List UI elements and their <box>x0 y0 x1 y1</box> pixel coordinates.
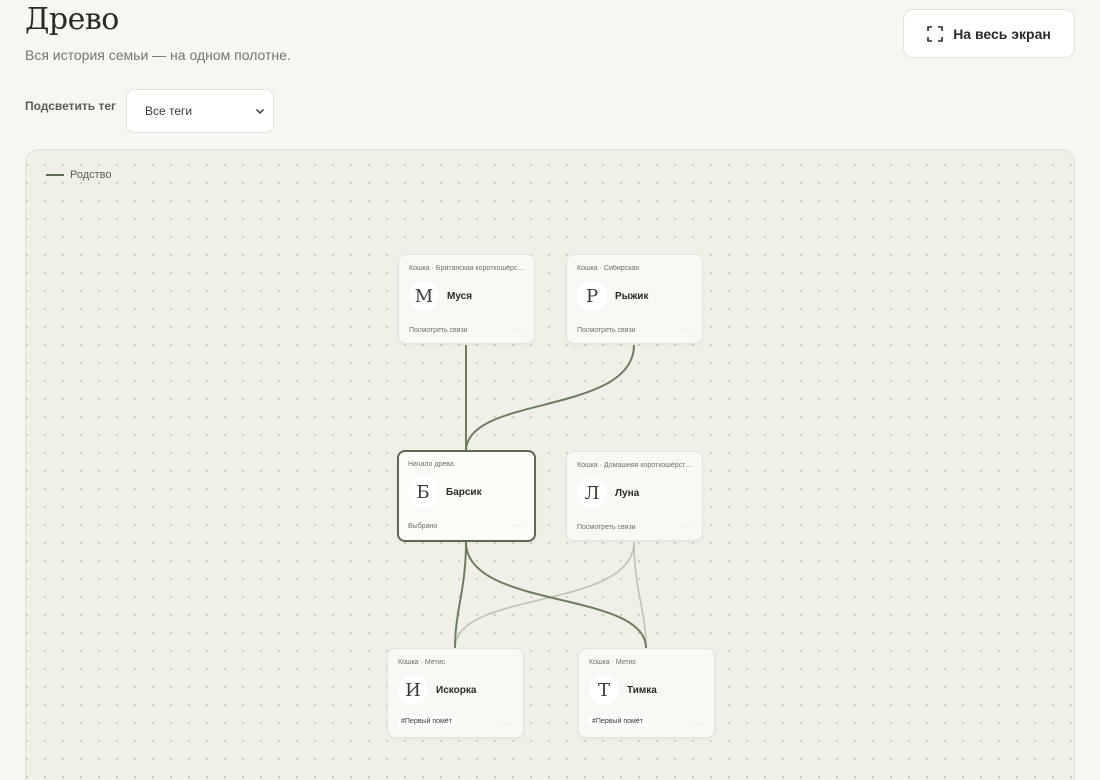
node-name: Рыжик <box>615 291 649 302</box>
node-meta: Кошка · Британская короткошёрстная <box>409 265 527 272</box>
avatar: И <box>398 675 428 705</box>
page-title: Древо <box>25 2 119 37</box>
tag-filter-select[interactable]: Все теги <box>126 89 274 133</box>
tag-badge[interactable]: #Первый помёт <box>397 716 456 727</box>
avatar: Б <box>408 477 438 507</box>
kinship-edges <box>454 344 647 649</box>
node-ryzhik[interactable]: Кошка · Сибирская Р Рыжик Посмотреть свя… <box>566 254 703 344</box>
avatar: Р <box>577 281 607 311</box>
node-meta: Кошка · Сибирская <box>577 265 640 272</box>
node-name: Муся <box>447 291 473 302</box>
node-timka[interactable]: Кошка · Метис Т Тимка #Первый помёт ··· <box>578 648 715 738</box>
node-musya[interactable]: Кошка · Британская короткошёрстная М Мус… <box>398 254 535 344</box>
avatar: Л <box>577 478 607 508</box>
edge-barsik-timka <box>465 541 647 649</box>
expand-icon <box>927 25 943 42</box>
more-options-icon[interactable]: ··· <box>681 325 692 334</box>
more-options-icon[interactable]: ··· <box>681 522 692 531</box>
tree-canvas[interactable]: Родство Кошка · Британская короткошёрстн… <box>25 149 1075 780</box>
more-options-icon[interactable]: ··· <box>513 325 524 334</box>
more-options-icon[interactable]: ··· <box>693 719 704 728</box>
node-meta: Кошка · Домашняя короткошёрстная <box>577 462 695 469</box>
view-links-link[interactable]: Посмотреть связи <box>577 524 636 531</box>
view-links-link[interactable]: Посмотреть связи <box>409 327 468 334</box>
chevron-down-icon <box>255 108 265 115</box>
node-name: Тимка <box>627 685 657 696</box>
tag-badge[interactable]: #Первый помёт <box>588 716 647 727</box>
node-luna[interactable]: Кошка · Домашняя короткошёрстная Л Луна … <box>566 451 703 541</box>
edge-ryzhik-barsik <box>465 344 635 452</box>
fullscreen-button[interactable]: На весь экран <box>903 9 1075 58</box>
node-meta: Кошка · Метис <box>398 659 446 666</box>
more-options-icon[interactable]: ··· <box>502 719 513 728</box>
node-iskorka[interactable]: Кошка · Метис И Искорка #Первый помёт ··… <box>387 648 524 738</box>
node-meta: Кошка · Метис <box>589 659 637 666</box>
node-name: Барсик <box>446 487 482 498</box>
tag-filter-label: Подсветить тег <box>25 99 117 113</box>
avatar: Т <box>589 675 619 705</box>
node-name: Искорка <box>436 685 477 696</box>
node-name: Луна <box>615 488 640 499</box>
more-options-icon[interactable]: ··· <box>514 521 525 530</box>
node-meta: Начало древа <box>408 461 454 468</box>
tag-filter-value: Все теги <box>145 104 193 118</box>
selected-status: Выбрано <box>408 523 438 530</box>
view-links-link[interactable]: Посмотреть связи <box>577 327 636 334</box>
avatar: М <box>409 281 439 311</box>
page-subtitle: Вся история семьи — на одном полотне. <box>25 47 291 63</box>
node-barsik[interactable]: Начало древа Б Барсик Выбрано ··· <box>397 450 536 542</box>
fullscreen-label: На весь экран <box>953 25 1051 42</box>
